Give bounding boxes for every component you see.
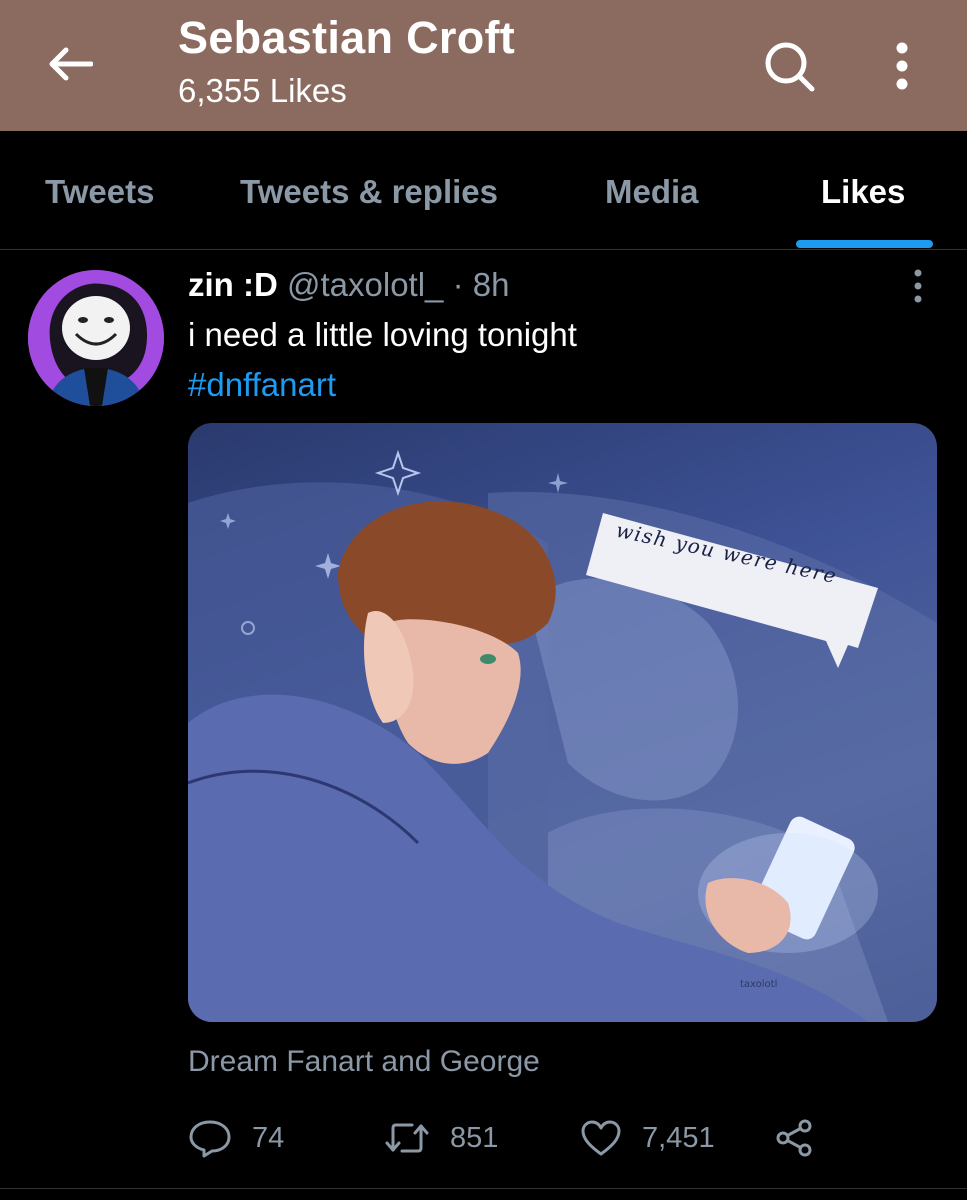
more-vertical-icon [896,42,908,90]
tweet-header: zin :D @taxolotl_ · 8h [188,266,509,304]
retweet-icon [385,1123,429,1153]
tweet-media-image[interactable]: wish you were here taxolotl [188,423,937,1022]
tab-tweets[interactable]: Tweets [45,173,154,211]
profile-tabs: Tweets Tweets & replies Media Likes [0,131,967,250]
tab-media[interactable]: Media [605,173,699,211]
divider [0,1188,967,1189]
more-options-button[interactable] [880,36,924,96]
tweet-text: i need a little loving tonight [188,316,577,353]
author-handle[interactable]: @taxolotl_ [287,266,443,303]
like-count: 7,451 [642,1121,715,1154]
back-button[interactable] [40,36,100,92]
separator-dot: · [452,266,464,303]
likes-count: 6,355 Likes [178,72,347,109]
heart-icon [581,1120,621,1156]
avatar[interactable] [28,270,164,406]
artist-watermark: taxolotl [740,979,778,990]
reply-button[interactable]: 74 [188,1116,284,1160]
profile-name: Sebastian Croft [178,12,516,63]
tab-tweets-replies[interactable]: Tweets & replies [240,173,498,211]
fanart-illustration [188,449,937,1022]
profile-header: Sebastian Croft 6,355 Likes [0,0,967,131]
reply-count: 74 [252,1121,285,1154]
media-caption[interactable]: Dream Fanart and George [188,1045,540,1079]
avatar-image [28,270,164,406]
tweet-actions: 74 851 7,451 [188,1116,828,1160]
tweet-timestamp[interactable]: 8h [473,266,510,303]
tweet-more-button[interactable] [900,264,936,308]
search-button[interactable] [758,36,820,96]
search-icon [765,42,815,92]
reply-icon [189,1120,231,1158]
retweet-button[interactable]: 851 [384,1116,498,1160]
author-name[interactable]: zin :D [188,266,278,303]
like-button[interactable]: 7,451 [580,1116,715,1160]
tab-likes[interactable]: Likes [821,173,905,211]
hashtag-link[interactable]: #dnffanart [188,366,336,404]
active-tab-indicator [796,240,933,248]
arrow-left-icon [49,47,93,81]
share-button[interactable] [774,1116,834,1160]
share-icon [776,1119,812,1157]
retweet-count: 851 [450,1121,499,1154]
more-vertical-icon [914,269,922,303]
